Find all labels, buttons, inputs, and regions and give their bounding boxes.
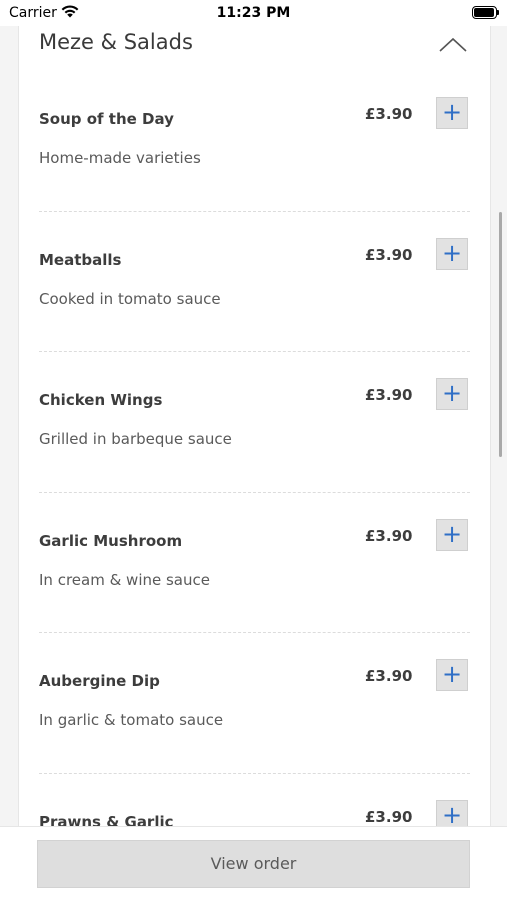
menu-item-list: Soup of the Day £3.90 + Home-made variet…	[19, 71, 490, 900]
clock-label: 11:23 PM	[216, 5, 291, 21]
item-name: Garlic Mushroom	[39, 531, 183, 550]
item-price: £3.90	[365, 526, 413, 545]
section-header[interactable]: Meze & Salads	[19, 26, 490, 71]
item-price: £3.90	[365, 386, 413, 404]
add-item-button[interactable]: +	[436, 97, 468, 129]
item-price: £3.90	[365, 667, 413, 685]
add-item-button[interactable]: +	[436, 378, 468, 410]
item-description: In cream & wine sauce	[39, 570, 210, 589]
add-item-button[interactable]: +	[436, 518, 468, 551]
bottom-bar: View order	[0, 826, 507, 900]
status-bar: Carrier 11:23 PM	[0, 0, 507, 26]
section-title: Meze & Salads	[39, 30, 193, 54]
item-price: £3.90	[365, 245, 413, 264]
add-item-button[interactable]: +	[436, 237, 468, 270]
menu-item: Garlic Mushroom £3.90 + In cream & wine …	[19, 493, 490, 633]
menu-item: Chicken Wings £3.90 + Grilled in barbequ…	[19, 352, 490, 493]
item-price: £3.90	[365, 807, 413, 826]
menu-section-card: Meze & Salads Soup of the Day £3.90 + Ho…	[18, 0, 491, 832]
menu-screen: Carrier 11:23 PM Meze & Salads Soup of t…	[0, 0, 507, 900]
item-name: Meatballs	[39, 250, 122, 269]
view-order-button[interactable]: View order	[37, 840, 470, 888]
menu-item: Meatballs £3.90 + Cooked in tomato sauce	[19, 212, 490, 352]
menu-item: Aubergine Dip £3.90 + In garlic & tomato…	[19, 633, 490, 774]
item-name: Soup of the Day	[39, 110, 174, 128]
item-description: Home-made varieties	[39, 149, 201, 167]
battery-icon	[472, 6, 499, 19]
item-price: £3.90	[365, 105, 413, 123]
item-name: Aubergine Dip	[39, 672, 160, 690]
scrollbar[interactable]	[499, 212, 502, 457]
item-description: In garlic & tomato sauce	[39, 711, 224, 729]
item-description: Cooked in tomato sauce	[39, 289, 221, 308]
item-name: Chicken Wings	[39, 391, 163, 409]
add-item-button[interactable]: +	[436, 659, 468, 691]
item-description: Grilled in barbeque sauce	[39, 430, 232, 448]
menu-item: Soup of the Day £3.90 + Home-made variet…	[19, 71, 490, 212]
chevron-up-icon[interactable]	[437, 34, 469, 56]
